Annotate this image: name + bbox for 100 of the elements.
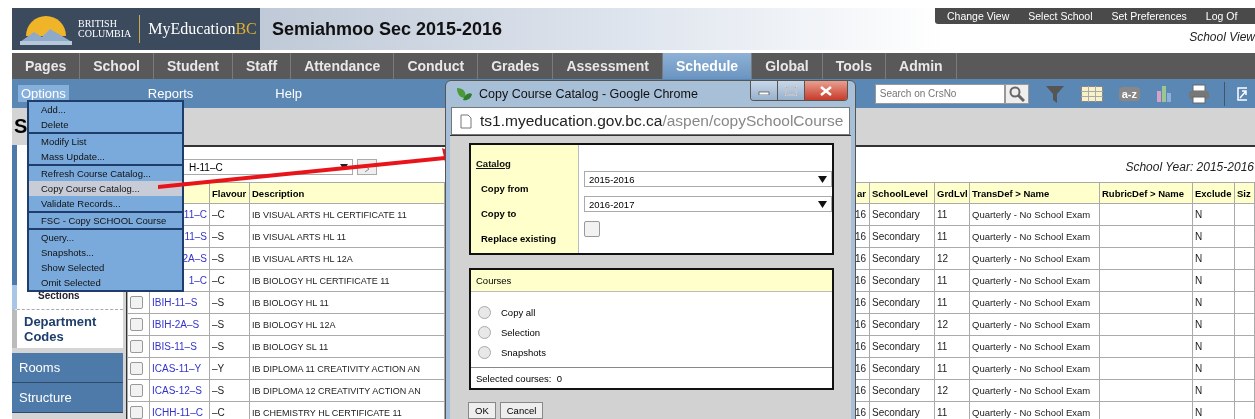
column-header[interactable]: Description: [249, 182, 445, 204]
close-button[interactable]: [805, 81, 847, 100]
menu-item[interactable]: Delete: [29, 117, 182, 132]
table-cell: 11: [937, 341, 948, 352]
logo-line: COLUMBIA: [78, 29, 132, 39]
row-checkbox[interactable]: [130, 318, 143, 331]
table-cell: N: [1195, 407, 1203, 418]
column-header[interactable]: SchoolLevel: [869, 182, 935, 204]
table-cell: N: [1195, 297, 1203, 308]
radio-button[interactable]: [478, 345, 491, 359]
column-header[interactable]: Exclude: [1192, 182, 1235, 204]
course-link[interactable]: 11–S: [184, 231, 207, 242]
logo-line: BRITISH: [78, 19, 118, 29]
table-cell: 16: [855, 319, 867, 330]
top-link[interactable]: Set Preferences: [1111, 10, 1187, 22]
menu-tab[interactable]: Help: [272, 85, 306, 102]
table-cell: 16: [855, 297, 867, 308]
filter-icon[interactable]: [1044, 83, 1065, 104]
radio-button[interactable]: [478, 325, 491, 339]
table-cell: 11: [937, 297, 948, 308]
row-checkbox[interactable]: [130, 340, 143, 353]
menu-item[interactable]: Copy Course Catalog...: [29, 181, 182, 196]
row-checkbox[interactable]: [130, 362, 143, 375]
table-cell: 11: [937, 275, 948, 286]
course-link[interactable]: 1–C: [188, 275, 207, 286]
table-cell: 16: [855, 407, 867, 418]
table-cell: Quarterly - No School Exam: [972, 253, 1091, 264]
menu-item[interactable]: FSC - Copy SCHOOL Course: [29, 213, 182, 228]
school-year: School Year: 2015-2016: [1125, 160, 1254, 174]
bar-chart-icon[interactable]: [1156, 84, 1172, 103]
sidebar-item[interactable]: Department Codes: [12, 310, 123, 348]
sidebar-item[interactable]: Rooms: [12, 353, 123, 383]
minimize-button[interactable]: [751, 81, 778, 100]
table-cell: IB BIOLOGY HL 12A: [252, 320, 336, 330]
table-cell: –S: [212, 231, 225, 242]
column-header[interactable]: RubricDef > Name: [1099, 182, 1193, 204]
table-cell: 16: [855, 341, 867, 352]
menu-item[interactable]: Show Selected: [29, 260, 182, 275]
table-cell: N: [1195, 385, 1203, 396]
table-cell: –Y: [212, 363, 225, 374]
catalog-link[interactable]: Catalog: [476, 157, 578, 171]
menu-item[interactable]: Modify List: [29, 134, 182, 149]
year-select[interactable]: 2015-2016: [584, 171, 832, 187]
column-header[interactable]: Siz: [1234, 182, 1255, 204]
url-text: ts1.myeducation.gov.bc.ca/aspen/copySchoolCourse: [480, 112, 844, 130]
table-cell: IB DIPLOMA 12 CREATIVITY ACTION AN: [252, 386, 421, 396]
year-select[interactable]: 2016-2017: [584, 196, 832, 212]
table-cell: –S: [212, 297, 225, 308]
table-cell: –C: [212, 407, 225, 418]
row-checkbox[interactable]: [130, 384, 143, 397]
dialog-button[interactable]: Cancel: [499, 402, 544, 419]
menu-item[interactable]: Snapshots...: [29, 245, 182, 260]
table-cell: 11: [937, 407, 948, 418]
replace-checkbox[interactable]: [584, 221, 600, 237]
dialog-button[interactable]: OK: [468, 402, 496, 419]
export-icon[interactable]: [1237, 85, 1247, 102]
sort-button[interactable]: a-z: [1118, 86, 1140, 101]
column-header[interactable]: GrdLvl: [934, 182, 970, 204]
table-cell: 16: [855, 275, 867, 286]
view-label: School View: [1189, 30, 1255, 44]
address-bar[interactable]: ts1.myeducation.gov.bc.ca/aspen/copySchoolCourse: [451, 107, 850, 135]
table-cell: –S: [212, 253, 225, 264]
selected-count: Selected courses: 0: [476, 372, 563, 384]
search-field[interactable]: Search on CrsNo: [874, 83, 1005, 104]
menu-tab[interactable]: Reports: [144, 85, 197, 102]
table-cell: 16: [855, 385, 867, 396]
table-cell: Secondary: [872, 385, 920, 396]
table-cell: 11: [937, 231, 948, 242]
column-header[interactable]: TransDef > Name: [969, 182, 1100, 204]
field-label: Copy from: [481, 182, 530, 196]
search-icon: [1008, 85, 1025, 102]
table-cell: Quarterly - No School Exam: [972, 407, 1091, 418]
top-link[interactable]: Select School: [1028, 10, 1093, 22]
table-cell: Quarterly - No School Exam: [972, 231, 1091, 242]
radio-label[interactable]: Selection: [501, 326, 541, 338]
radio-label[interactable]: Copy all: [501, 306, 536, 318]
radio-button[interactable]: [478, 305, 491, 319]
table-cell: Quarterly - No School Exam: [972, 209, 1091, 220]
radio-label[interactable]: Snapshots: [501, 346, 546, 358]
table-cell: Secondary: [872, 297, 920, 308]
table-cell: –C: [212, 275, 225, 286]
menu-item[interactable]: Query...: [29, 230, 182, 245]
menu-item[interactable]: Add...: [29, 102, 182, 117]
top-link[interactable]: Log Of: [1205, 10, 1238, 22]
top-link[interactable]: Change View: [947, 10, 1010, 22]
table-cell: N: [1195, 209, 1203, 220]
grid-icon[interactable]: [1080, 85, 1103, 102]
table-cell: N: [1195, 319, 1203, 330]
table-cell: 12: [937, 319, 949, 330]
table-cell: 11: [937, 209, 948, 220]
row-checkbox[interactable]: [130, 406, 143, 419]
search-button[interactable]: [1004, 83, 1029, 104]
sidebar-item[interactable]: Structure: [12, 383, 123, 413]
printer-icon[interactable]: [1188, 83, 1210, 104]
row-checkbox[interactable]: [130, 296, 143, 309]
table-cell: IB VISUAL ARTS HL 11: [252, 232, 347, 242]
menu-item[interactable]: Validate Records...: [29, 196, 182, 211]
course-link[interactable]: 11–C: [183, 209, 207, 220]
table-cell: IB BIOLOGY HL 11: [252, 298, 329, 308]
maximize-button[interactable]: [778, 81, 805, 100]
